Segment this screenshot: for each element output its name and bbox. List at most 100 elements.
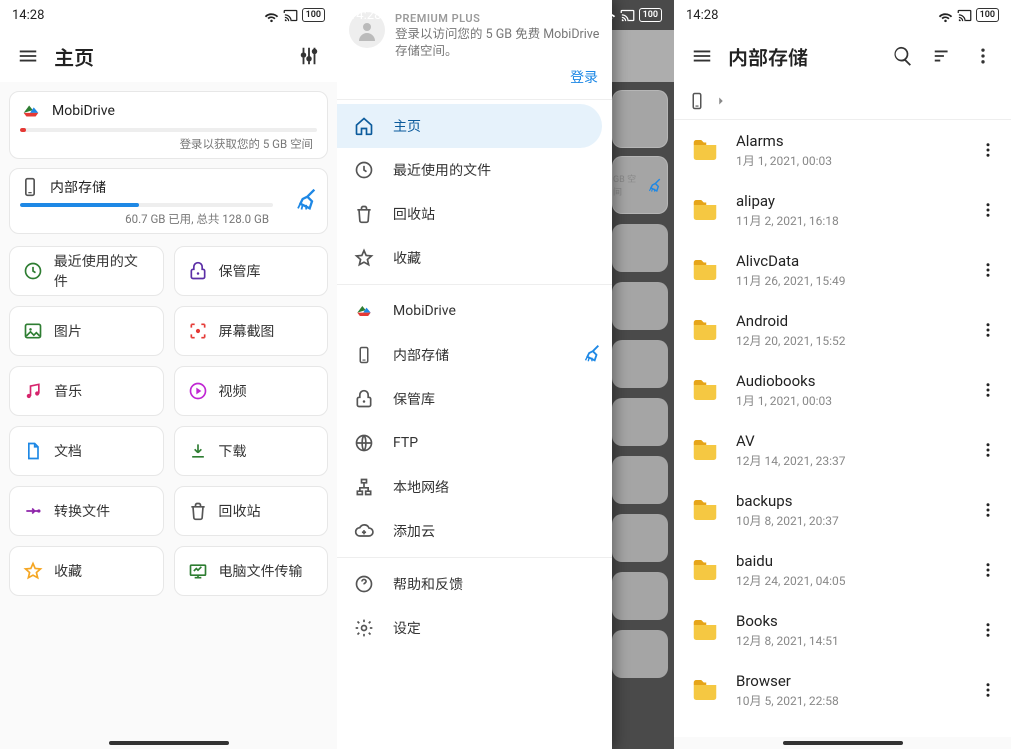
- clean-button[interactable]: [580, 342, 602, 368]
- row-more-button[interactable]: [971, 201, 1005, 219]
- row-more-button[interactable]: [971, 141, 1005, 159]
- file-row[interactable]: Audiobooks1月 1, 2021, 00:03: [674, 360, 1011, 420]
- file-row[interactable]: Android12月 20, 2021, 15:52: [674, 300, 1011, 360]
- system-nav[interactable]: [674, 737, 1011, 749]
- tile-favorites[interactable]: 收藏: [9, 546, 164, 596]
- breadcrumb[interactable]: [674, 82, 1011, 120]
- nav-home[interactable]: 主页: [337, 104, 602, 148]
- mobidrive-card[interactable]: MobiDrive 登录以获取您的 5 GB 空间: [9, 91, 328, 159]
- more-icon: [979, 321, 997, 339]
- tile-label: 收藏: [54, 561, 82, 581]
- tile-vault[interactable]: 保管库: [174, 246, 329, 296]
- nav-mobidrive[interactable]: MobiDrive: [337, 289, 612, 333]
- row-more-button[interactable]: [971, 501, 1005, 519]
- download-icon: [188, 441, 208, 461]
- tile-label: 转换文件: [54, 501, 110, 521]
- nav-label: FTP: [393, 435, 418, 451]
- tile-label: 图片: [54, 321, 82, 341]
- lan-icon: [354, 477, 374, 497]
- tile-label: 文档: [54, 441, 82, 461]
- nav-ftp[interactable]: FTP: [337, 421, 612, 465]
- file-row[interactable]: Browser10月 5, 2021, 22:58: [674, 660, 1011, 720]
- login-link[interactable]: 登录: [570, 70, 598, 86]
- tile-recent[interactable]: 最近使用的文件: [9, 246, 164, 296]
- tile-convert[interactable]: 转换文件: [9, 486, 164, 536]
- system-nav[interactable]: [337, 737, 674, 749]
- row-more-button[interactable]: [971, 321, 1005, 339]
- tile-music[interactable]: 音乐: [9, 366, 164, 416]
- scan-icon: [188, 321, 208, 341]
- file-name: AV: [736, 432, 957, 450]
- tile-trash[interactable]: 回收站: [174, 486, 329, 536]
- tile-images[interactable]: 图片: [9, 306, 164, 356]
- more-icon: [979, 681, 997, 699]
- image-icon: [23, 321, 43, 341]
- nav-drawer: PREMIUM PLUS 登录以访问您的 5 GB 免费 MobiDrive 存…: [337, 0, 612, 749]
- file-row[interactable]: baidu12月 24, 2021, 04:05: [674, 540, 1011, 600]
- status-bar: 14:28 100: [0, 0, 337, 30]
- file-meta: 12月 8, 2021, 14:51: [736, 632, 957, 649]
- row-more-button[interactable]: [971, 681, 1005, 699]
- more-icon: [979, 201, 997, 219]
- file-row[interactable]: alipay11月 2, 2021, 16:18: [674, 180, 1011, 240]
- nav-settings[interactable]: 设定: [337, 606, 612, 650]
- file-meta: 12月 14, 2021, 23:37: [736, 452, 957, 469]
- status-time: 14:28: [12, 8, 44, 23]
- nav-help[interactable]: 帮助和反馈: [337, 562, 612, 606]
- menu-icon: [17, 45, 39, 67]
- clean-button[interactable]: [291, 185, 319, 217]
- status-time: 14:28: [349, 8, 381, 23]
- tile-screenshots[interactable]: 屏幕截图: [174, 306, 329, 356]
- menu-button[interactable]: [682, 45, 722, 67]
- row-more-button[interactable]: [971, 441, 1005, 459]
- file-name: Browser: [736, 672, 957, 690]
- mobidrive-icon: [20, 100, 42, 122]
- status-bar: 14:28 100: [674, 0, 1011, 30]
- nav-label: 收藏: [393, 248, 421, 268]
- menu-button[interactable]: [8, 45, 48, 67]
- tile-video[interactable]: 视频: [174, 366, 329, 416]
- tile-pc-transfer[interactable]: 电脑文件传输: [174, 546, 329, 596]
- cast-icon: [620, 8, 635, 23]
- more-icon: [979, 381, 997, 399]
- nav-label: 添加云: [393, 521, 435, 541]
- more-icon: [979, 441, 997, 459]
- system-nav[interactable]: [0, 737, 337, 749]
- nav-lan[interactable]: 本地网络: [337, 465, 612, 509]
- phone-drawer: GB 空间 14:28 100 PREMIUM PLUS 登录以访问您的 5 G…: [337, 0, 674, 749]
- file-row[interactable]: Books12月 8, 2021, 14:51: [674, 600, 1011, 660]
- folder-icon: [688, 435, 722, 465]
- nav-internal[interactable]: 内部存储: [337, 333, 612, 377]
- more-button[interactable]: [963, 46, 1003, 66]
- sort-button[interactable]: [923, 45, 963, 67]
- folder-icon: [688, 555, 722, 585]
- file-meta: 1月 1, 2021, 00:03: [736, 152, 957, 169]
- row-more-button[interactable]: [971, 261, 1005, 279]
- file-name: backups: [736, 492, 957, 510]
- nav-trash[interactable]: 回收站: [337, 192, 612, 236]
- more-icon: [973, 46, 993, 66]
- tile-label: 电脑文件传输: [219, 561, 303, 581]
- trash-icon: [354, 204, 374, 224]
- row-more-button[interactable]: [971, 561, 1005, 579]
- file-name: Android: [736, 312, 957, 330]
- tile-downloads[interactable]: 下载: [174, 426, 329, 476]
- search-button[interactable]: [883, 45, 923, 67]
- mobidrive-sub: 登录以获取您的 5 GB 空间: [20, 136, 317, 152]
- nav-favorites[interactable]: 收藏: [337, 236, 612, 280]
- file-row[interactable]: AlivcData11月 26, 2021, 15:49: [674, 240, 1011, 300]
- nav-vault[interactable]: 保管库: [337, 377, 612, 421]
- file-row[interactable]: backups10月 8, 2021, 20:37: [674, 480, 1011, 540]
- nav-addcloud[interactable]: 添加云: [337, 509, 612, 553]
- convert-icon: [23, 501, 43, 521]
- folder-icon: [688, 195, 722, 225]
- file-row[interactable]: AV 12月 14, 2021, 23:37: [674, 420, 1011, 480]
- tile-docs[interactable]: 文档: [9, 426, 164, 476]
- internal-storage-card[interactable]: 内部存储 60.7 GB 已用, 总共 128.0 GB: [9, 168, 328, 234]
- file-row[interactable]: Alarms1月 1, 2021, 00:03: [674, 120, 1011, 180]
- row-more-button[interactable]: [971, 621, 1005, 639]
- nav-recent[interactable]: 最近使用的文件: [337, 148, 612, 192]
- menu-icon: [691, 45, 713, 67]
- filter-button[interactable]: [289, 45, 329, 67]
- row-more-button[interactable]: [971, 381, 1005, 399]
